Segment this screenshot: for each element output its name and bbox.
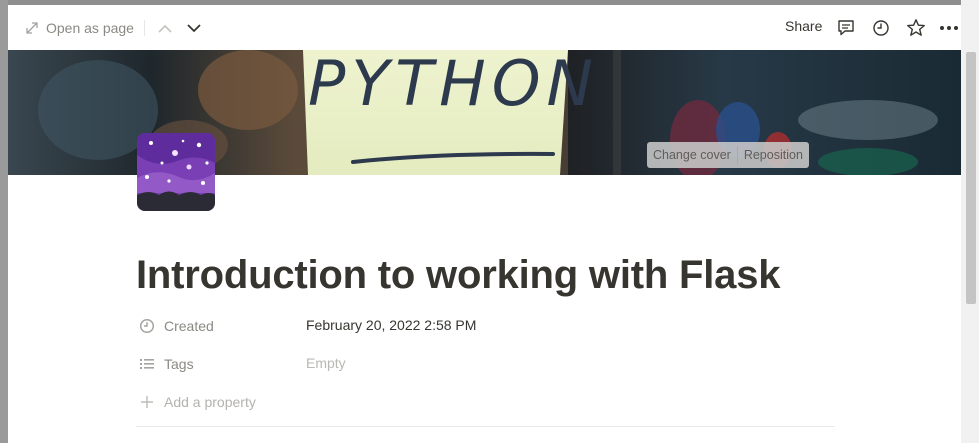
next-page-button[interactable] [184, 18, 204, 38]
cover-text: PYTHON [308, 50, 599, 120]
properties-divider [136, 426, 835, 427]
scrollbar-thumb[interactable] [966, 52, 976, 304]
property-row-created[interactable]: Created February 20, 2022 2:58 PM [138, 313, 838, 339]
list-icon [138, 355, 156, 373]
chevron-up-icon [158, 24, 172, 33]
night-sky-icon [137, 133, 215, 211]
property-row-tags[interactable]: Tags Empty [138, 351, 838, 377]
star-icon [907, 19, 925, 36]
background-window-edge [0, 0, 8, 443]
page-peek-panel: Open as page Share PYTHON Change cover R… [8, 5, 961, 443]
property-name-tags: Tags [164, 356, 194, 372]
share-button[interactable]: Share [785, 18, 822, 34]
comment-icon [838, 20, 854, 36]
cover-controls: Change cover Reposition [647, 142, 809, 168]
page-icon[interactable] [137, 133, 215, 211]
property-value-tags[interactable]: Empty [306, 355, 346, 371]
clock-icon [138, 317, 156, 335]
open-as-page-label: Open as page [46, 20, 134, 36]
more-icon [940, 26, 958, 30]
property-name-created: Created [164, 318, 214, 334]
open-as-page-button[interactable]: Open as page [26, 17, 134, 39]
change-cover-button[interactable]: Change cover [647, 142, 737, 168]
favorite-button[interactable] [905, 17, 927, 39]
comments-button[interactable] [835, 17, 857, 39]
page-title[interactable]: Introduction to working with Flask [136, 253, 780, 298]
previous-page-button[interactable] [155, 18, 175, 38]
topbar-divider [144, 20, 145, 36]
clock-icon [873, 20, 889, 36]
reposition-button[interactable]: Reposition [738, 142, 809, 168]
add-property-label: Add a property [164, 394, 256, 410]
property-value-created: February 20, 2022 2:58 PM [306, 317, 477, 333]
updates-button[interactable] [870, 17, 892, 39]
expand-arrow-icon [26, 22, 38, 34]
add-property-button[interactable]: Add a property [138, 389, 838, 415]
chevron-down-icon [187, 23, 201, 32]
scrollbar-track[interactable] [961, 0, 979, 443]
more-options-button[interactable] [938, 17, 960, 39]
peek-topbar: Open as page Share [8, 5, 961, 50]
plus-icon [138, 393, 156, 411]
